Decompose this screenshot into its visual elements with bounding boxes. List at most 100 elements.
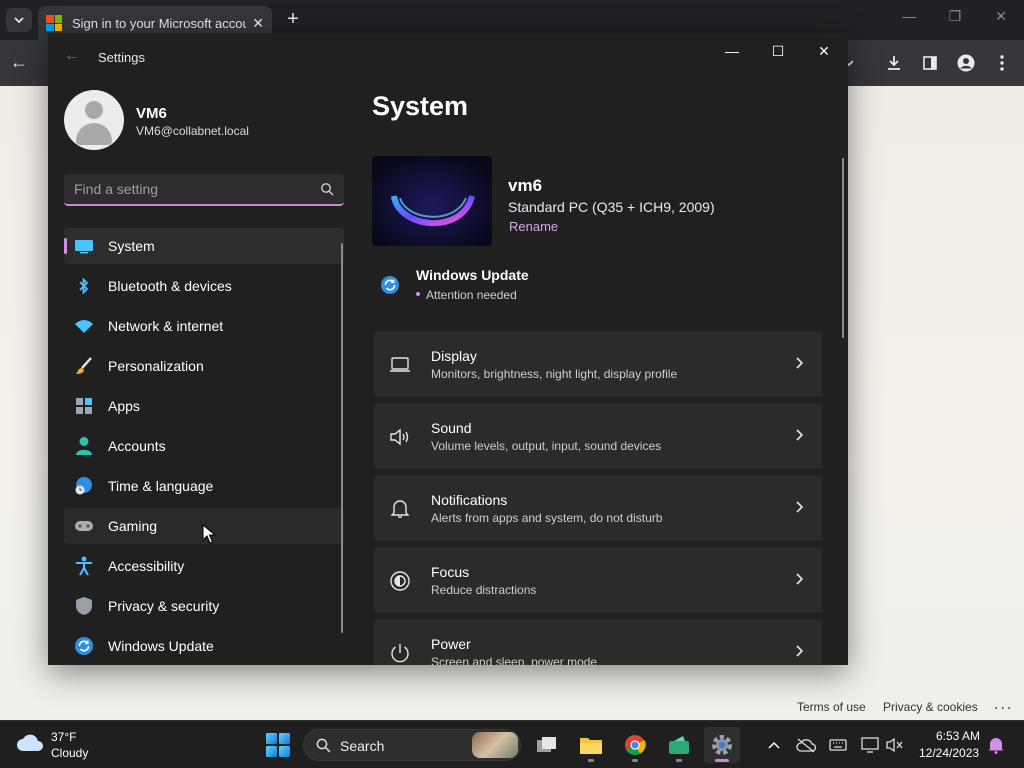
settings-back-button[interactable]: ←	[64, 47, 80, 65]
side-panel-icon[interactable]	[919, 52, 941, 74]
card-power[interactable]: Power Screen and sleep, power mode	[374, 619, 822, 665]
profile-icon[interactable]	[955, 52, 977, 74]
device-model: Standard PC (Q35 + ICH9, 2009)	[508, 199, 715, 215]
bluetooth-icon	[74, 276, 94, 296]
device-name: vm6	[508, 176, 543, 195]
nav-item-network-internet[interactable]: Network & internet	[64, 308, 344, 344]
maximize-button[interactable]: ☐	[758, 41, 798, 61]
file-explorer-button[interactable]	[573, 727, 609, 763]
avatar[interactable]	[64, 90, 124, 150]
settings-titlebar: ← Settings — ☐ ✕	[48, 33, 848, 81]
sync-icon	[381, 276, 399, 294]
cloud-icon[interactable]	[16, 733, 44, 753]
chevron-right-icon	[796, 573, 804, 585]
volume-muted-icon[interactable]	[885, 735, 905, 755]
focus-icon	[388, 569, 412, 593]
content-scrollbar[interactable]	[842, 158, 844, 338]
status-dot	[416, 292, 420, 296]
nav-item-label: Privacy & security	[108, 598, 220, 614]
brush-icon	[74, 356, 94, 376]
rename-link[interactable]: Rename	[509, 219, 558, 234]
taskbar: 37°F Cloudy Search 6:53 AM 12/24/2023	[0, 720, 1024, 768]
nav-item-personalization[interactable]: Personalization	[64, 348, 344, 384]
card-title: Sound	[431, 420, 472, 436]
running-indicator	[715, 759, 729, 762]
page-title: System	[372, 91, 469, 121]
download-icon[interactable]	[883, 52, 905, 74]
windows-update-title[interactable]: Windows Update	[416, 267, 529, 283]
start-button[interactable]	[266, 733, 290, 757]
running-indicator	[632, 759, 638, 762]
nav-item-label: Windows Update	[108, 638, 214, 654]
bell-icon	[388, 497, 412, 521]
gamepad-icon	[74, 516, 94, 536]
accessibility-icon	[74, 556, 94, 576]
card-title: Focus	[431, 564, 470, 580]
card-display[interactable]: Display Monitors, brightness, night ligh…	[374, 331, 822, 397]
card-focus[interactable]: Focus Reduce distractions	[374, 547, 822, 613]
find-setting-box[interactable]	[64, 174, 344, 206]
browser-restore-button[interactable]: ❐	[940, 8, 970, 25]
card-description: Monitors, brightness, night light, displ…	[431, 367, 678, 381]
nav-scrollbar[interactable]	[341, 243, 343, 633]
kebab-menu-icon[interactable]	[991, 52, 1013, 74]
nav-item-bluetooth-devices[interactable]: Bluetooth & devices	[64, 268, 344, 304]
card-notifications[interactable]: Notifications Alerts from apps and syste…	[374, 475, 822, 541]
settings-app-button[interactable]	[704, 727, 740, 763]
tab-title: Sign in to your Microsoft account	[72, 15, 247, 31]
chevron-right-icon	[796, 645, 804, 657]
keyboard-icon[interactable]	[828, 735, 848, 755]
weather-temp[interactable]: 37°F	[51, 730, 76, 744]
tab-close-icon[interactable]: ✕	[252, 15, 264, 32]
person-icon	[74, 436, 94, 456]
search-highlight-image	[472, 732, 518, 758]
close-button[interactable]: ✕	[804, 41, 844, 61]
browser-close-button[interactable]: ✕	[986, 8, 1016, 25]
search-icon	[321, 183, 334, 196]
nav-item-windows-update[interactable]: Windows Update	[64, 628, 344, 664]
sync-icon	[74, 636, 94, 656]
find-setting-input[interactable]	[64, 174, 314, 204]
browser-back-button[interactable]: ←	[10, 52, 28, 73]
globe-clock-icon	[74, 476, 94, 496]
folder-icon	[580, 738, 602, 754]
nav-item-privacy-security[interactable]: Privacy & security	[64, 588, 344, 624]
chevron-right-icon	[796, 429, 804, 441]
browser-minimize-button[interactable]: —	[894, 8, 924, 24]
task-view-button[interactable]	[529, 727, 565, 763]
nav-item-time-language[interactable]: Time & language	[64, 468, 344, 504]
privacy-cookies-link[interactable]: Privacy & cookies	[883, 700, 978, 714]
card-title: Notifications	[431, 492, 508, 508]
cloud-sync-icon[interactable]	[796, 735, 816, 755]
chevron-right-icon	[796, 501, 804, 513]
terms-of-use-link[interactable]: Terms of use	[797, 700, 866, 714]
card-sound[interactable]: Sound Volume levels, output, input, soun…	[374, 403, 822, 469]
display-network-icon[interactable]	[860, 735, 880, 755]
nav-item-system[interactable]: System	[64, 228, 344, 264]
card-description: Volume levels, output, input, sound devi…	[431, 439, 662, 453]
nav-item-label: Time & language	[108, 478, 214, 494]
laptop-icon	[388, 353, 412, 377]
tab-search-button[interactable]	[6, 8, 32, 32]
wifi-icon	[74, 316, 94, 336]
show-hidden-icons-chevron-icon[interactable]	[764, 735, 784, 755]
card-title: Display	[431, 348, 477, 364]
clock-time[interactable]: 6:53 AM	[936, 729, 980, 743]
power-icon	[388, 641, 412, 665]
nav-item-apps[interactable]: Apps	[64, 388, 344, 424]
more-options-button[interactable]: ...	[994, 696, 1013, 714]
taskbar-search[interactable]: Search	[303, 729, 521, 761]
nav-item-accessibility[interactable]: Accessibility	[64, 548, 344, 584]
avatar-body	[76, 123, 112, 145]
chevron-right-icon	[796, 357, 804, 369]
windows-logo-icon	[266, 733, 277, 744]
notification-bell-icon[interactable]	[986, 735, 1006, 755]
clock-date[interactable]: 12/24/2023	[919, 746, 979, 760]
minimize-button[interactable]: —	[712, 41, 752, 61]
new-tab-button[interactable]: +	[282, 8, 304, 31]
nav-item-accounts[interactable]: Accounts	[64, 428, 344, 464]
chrome-button[interactable]	[617, 727, 653, 763]
weather-condition[interactable]: Cloudy	[51, 746, 88, 760]
app-button[interactable]	[661, 727, 697, 763]
nav-item-label: Apps	[108, 398, 140, 414]
